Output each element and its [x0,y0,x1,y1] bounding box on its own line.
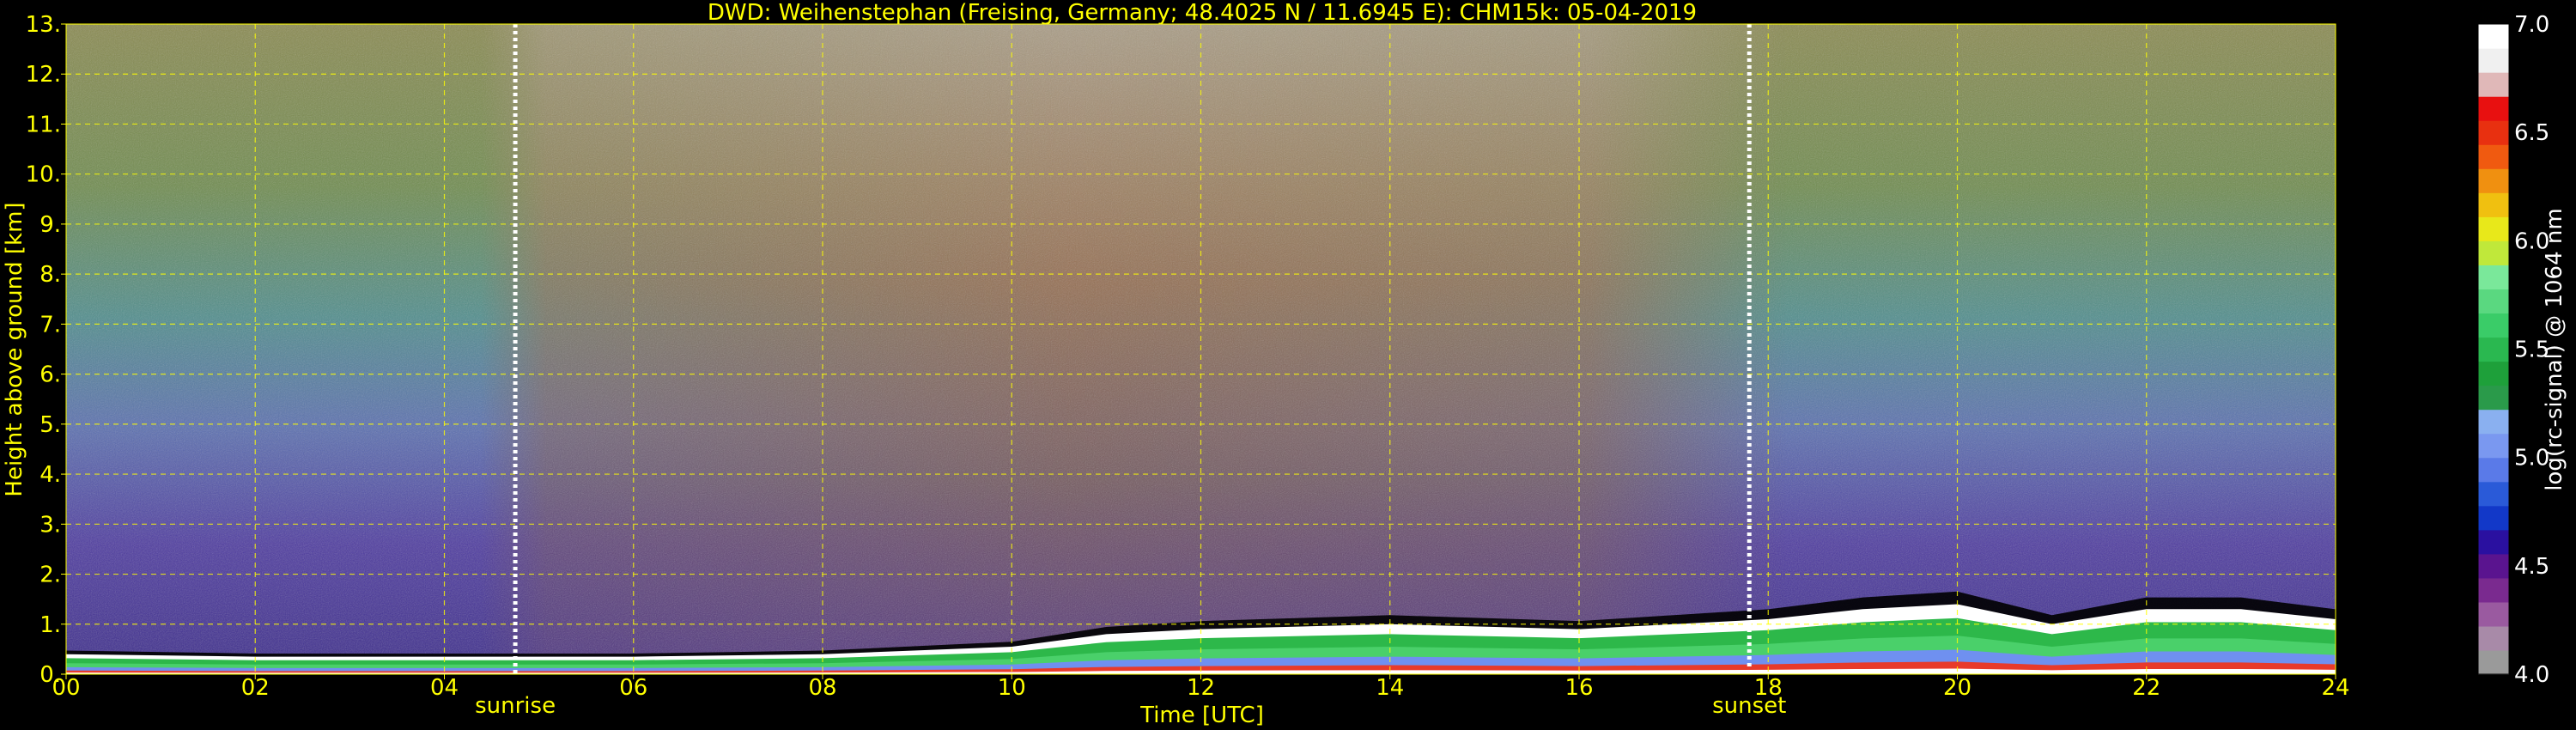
colorbar-label: log(rc-signal) @ 1064 nm [2542,208,2567,490]
y-tick-label: 8. [39,262,61,288]
colorbar-swatch [2478,505,2509,531]
colorbar-swatch [2478,216,2509,241]
y-tick-label: 5. [39,412,61,438]
x-tick-label: 20 [1943,675,1971,701]
x-tick-label: 06 [619,675,647,701]
chart-title: DWD: Weihenstephan (Freising, Germany; 4… [708,0,1697,26]
colorbar-swatch [2478,529,2509,555]
colorbar-swatch [2478,265,2509,290]
colorbar-swatch [2478,144,2509,169]
colorbar-swatch [2478,240,2509,265]
y-tick-label: 9. [39,212,61,238]
colorbar-tick-label: 4.5 [2514,554,2549,580]
y-tick-label: 12. [26,62,61,88]
y-tick-label: 1. [39,612,61,638]
colorbar-swatch [2478,313,2509,338]
x-tick-label: 24 [2321,675,2349,701]
colorbar-swatch [2478,409,2509,435]
y-tick-label: 7. [39,312,61,338]
y-tick-label: 3. [39,512,61,538]
colorbar-swatch [2478,553,2509,579]
colorbar-swatch [2478,625,2509,651]
lidar-quicklook-chart: DWD: Weihenstephan (Freising, Germany; 4… [2,0,2567,728]
colorbar-tick-label: 7.0 [2514,12,2549,38]
colorbar-swatch [2478,385,2509,411]
colorbar-swatch [2478,361,2509,386]
colorbar-swatch [2478,433,2509,459]
colorbar-swatch [2478,72,2509,97]
colorbar-swatch [2478,120,2509,145]
colorbar-swatch [2478,192,2509,217]
x-tick-label: 10 [998,675,1026,701]
y-tick-label: 2. [39,563,61,588]
x-tick-label: 04 [430,675,459,701]
colorbar-tick-label: 6.5 [2514,120,2549,146]
colorbar-swatch [2478,577,2509,603]
y-tick-label: 10. [26,162,61,188]
colorbar-swatch [2478,48,2509,73]
colorbar-swatch [2478,601,2509,627]
colorbar-swatch [2478,289,2509,314]
colorbar: 4.04.55.05.56.06.57.0 [2477,12,2549,688]
x-tick-label: 22 [2132,675,2160,701]
colorbar-swatch [2478,24,2509,49]
colorbar-swatch [2478,337,2509,362]
y-tick-label: 4. [39,462,61,488]
colorbar-tick-label: 4.0 [2514,662,2549,688]
colorbar-swatch [2478,168,2509,193]
colorbar-swatch [2478,457,2509,483]
y-axis-label: Height above ground [km] [2,202,27,496]
x-axis-ticks: 00 02 04 06 08 10 12 14 16 18 20 22 24 [52,674,2350,701]
y-axis-ticks: 0.1.2.3.4.5.6.7.8.9.10.11.12.13. [26,12,66,688]
colorbar-swatch [2478,96,2509,121]
x-tick-label: 14 [1376,675,1404,701]
colorbar-swatch [2478,481,2509,507]
x-axis-label: Time [UTC] [1139,703,1264,728]
y-tick-label: 6. [39,362,61,388]
y-tick-label: 11. [26,112,61,137]
y-tick-label: 13. [26,12,61,38]
marker-label: sunrise [475,693,556,719]
x-tick-label: 08 [808,675,836,701]
x-tick-label: 16 [1564,675,1593,701]
x-tick-label: 00 [52,675,80,701]
x-tick-label: 18 [1754,675,1783,701]
x-tick-label: 12 [1187,675,1215,701]
colorbar-swatch [2478,649,2509,675]
x-tick-label: 02 [241,675,270,701]
